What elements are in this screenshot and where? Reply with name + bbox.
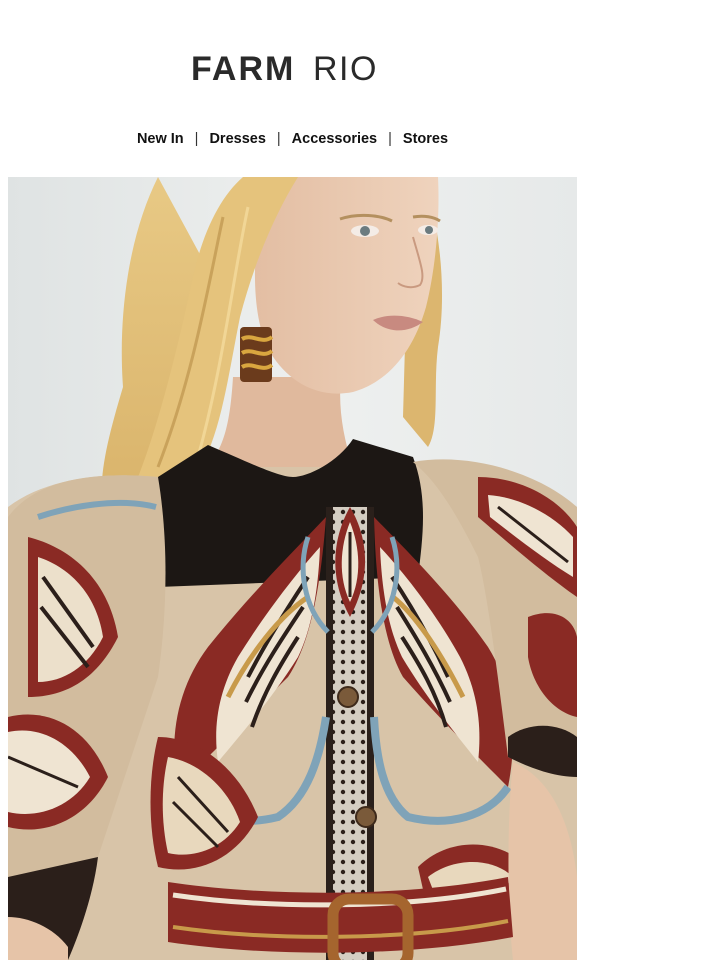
earring [240,327,274,382]
nav-separator: | [194,131,199,147]
hero-image[interactable] [8,177,577,960]
nav-item-dresses[interactable]: Dresses [209,131,265,147]
nav-item-accessories[interactable]: Accessories [292,131,377,147]
brand-logo[interactable]: FARM RIO [0,0,585,95]
farm-rio-wordmark: FARM RIO [191,50,376,88]
dress-button [337,686,359,708]
logo-word-rio: RIO [313,50,378,88]
dress-button [355,806,377,828]
nav-separator: | [388,131,392,147]
main-nav: New In | Dresses | Accessories | Stores [0,128,585,150]
nav-item-new-in[interactable]: New In [137,131,184,147]
iris [425,226,433,234]
logo-word-farm: FARM [191,50,295,88]
iris [360,226,370,236]
nav-separator: | [276,131,281,147]
model-photo [8,177,577,960]
nav-item-stores[interactable]: Stores [403,131,448,147]
